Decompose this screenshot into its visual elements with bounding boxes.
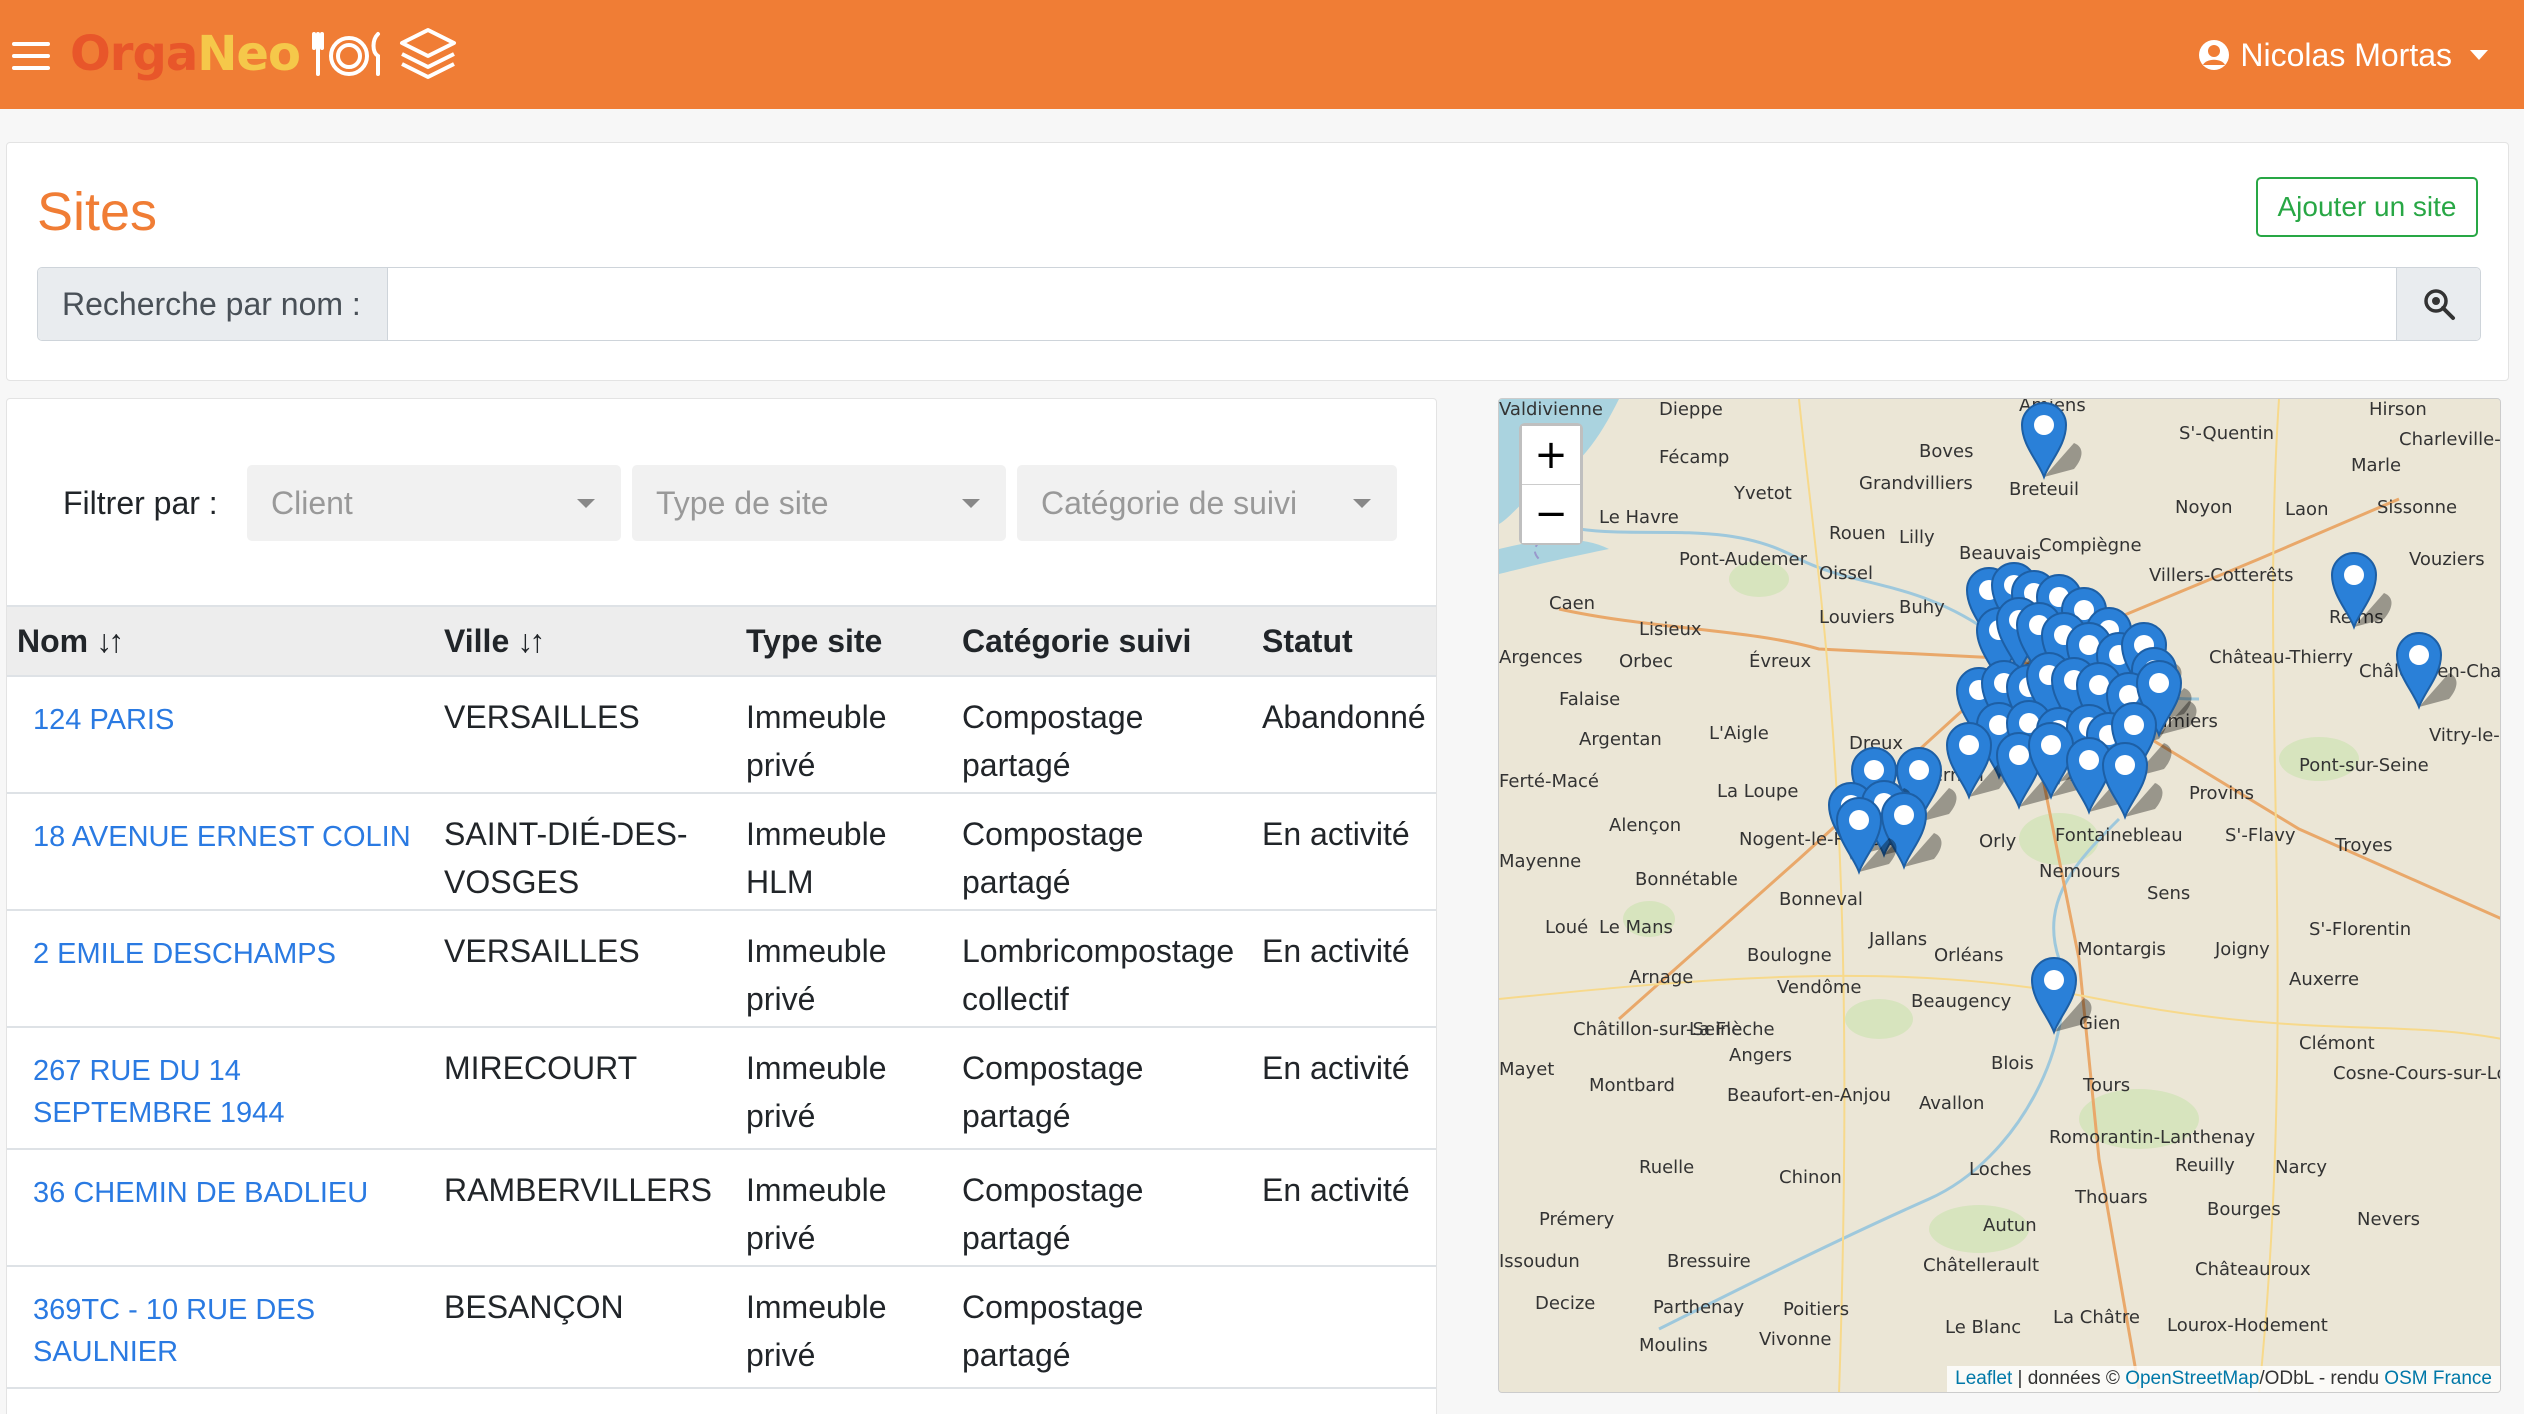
cell-statut: En activité — [1252, 910, 1436, 1028]
user-name: Nicolas Mortas — [2240, 36, 2452, 73]
add-site-button[interactable]: Ajouter un site — [2256, 177, 2478, 237]
map-marker-icon[interactable] — [2030, 957, 2092, 1035]
chevron-down-icon — [1353, 499, 1371, 508]
navbar: OrgaNeo Nicolas Mortas — [0, 0, 2524, 109]
chevron-down-icon — [962, 499, 980, 508]
site-type-select[interactable]: Type de site — [632, 465, 1006, 541]
sites-map[interactable]: DieppeAmiensHirsonFécampBovesS'-QuentinC… — [1498, 398, 2501, 1393]
openstreetmap-link[interactable]: OpenStreetMap — [2125, 1368, 2259, 1389]
filter-label: Filtrer par : — [63, 485, 218, 521]
layers-icon — [399, 28, 456, 79]
filter-row: Filtrer par : Client Type de site Catégo… — [7, 465, 1436, 541]
cell-statut — [1252, 1266, 1436, 1389]
table-row: 18 AVENUE ERNEST COLIN SAINT-DIÉ-DES-VOS… — [7, 793, 1436, 911]
map-attribution: Leaflet | données © OpenStreetMap/ODbL -… — [1947, 1366, 2500, 1392]
table-row: 369TC - 10 RUE DES SAULNIER BESANÇON Imm… — [7, 1266, 1436, 1389]
sort-icon[interactable]: ↓↑ — [96, 623, 124, 659]
cell-type: Immeuble privé — [736, 910, 952, 1028]
category-select[interactable]: Catégorie de suivi — [1017, 465, 1397, 541]
cell-statut: Abandonné — [1252, 676, 1436, 794]
page-title: Sites — [37, 182, 158, 242]
cell-type: Immeuble privé — [736, 1027, 952, 1150]
cell-type: Immeuble privé — [736, 676, 952, 794]
cell-ville: VERSAILLES — [434, 910, 736, 1028]
search-button[interactable] — [2396, 268, 2480, 340]
map-marker-icon[interactable] — [2330, 552, 2392, 630]
cell-categorie: Compostage partagé — [952, 1266, 1252, 1389]
caret-down-icon — [2470, 50, 2488, 60]
attribution-license: /ODbL - rendu — [2259, 1368, 2380, 1389]
map-marker-icon[interactable] — [2020, 402, 2082, 480]
cell-categorie: Compostage partagé — [952, 676, 1252, 794]
table-row: 2 EMILE DESCHAMPS VERSAILLES Immeuble pr… — [7, 910, 1436, 1028]
cell-categorie: Compostage partagé — [952, 1027, 1252, 1150]
zoom-in-button[interactable]: + — [1522, 426, 1580, 484]
col-header-type: Type site — [736, 605, 952, 677]
attribution-text: | données © — [2017, 1368, 2120, 1389]
site-link[interactable]: 369TC - 10 RUE DES SAULNIER — [17, 1283, 424, 1373]
site-type-select-placeholder: Type de site — [656, 484, 829, 521]
col-header-categorie: Catégorie suivi — [952, 605, 1252, 677]
cell-statut: En activité — [1252, 793, 1436, 911]
cell-type: Immeuble privé — [736, 1149, 952, 1267]
cell-categorie: Compostage partagé — [952, 793, 1252, 911]
cell-ville: SAINT-DIÉ-DES-VOSGES — [434, 793, 736, 911]
zoom-out-button[interactable]: − — [1522, 485, 1580, 543]
sites-list-card: Filtrer par : Client Type de site Catégo… — [6, 398, 1437, 1414]
user-menu[interactable]: Nicolas Mortas — [2198, 30, 2488, 80]
zoom-control: + − — [1519, 423, 1583, 545]
sort-icon[interactable]: ↓↑ — [517, 623, 545, 659]
cell-statut: En activité — [1252, 1027, 1436, 1150]
chevron-down-icon — [577, 499, 595, 508]
header-card: Sites Ajouter un site Recherche par nom … — [6, 142, 2509, 381]
cutlery-icon — [311, 32, 380, 76]
search-group: Recherche par nom : — [37, 267, 2481, 341]
site-link[interactable]: 267 RUE DU 14 SEPTEMBRE 1944 — [17, 1044, 424, 1134]
site-link[interactable]: 2 EMILE DESCHAMPS — [17, 927, 336, 975]
cell-statut: En activité — [1252, 1149, 1436, 1267]
cell-ville: MIRECOURT — [434, 1027, 736, 1150]
site-link[interactable]: 124 PARIS — [17, 693, 174, 741]
cell-type: Immeuble privé — [736, 1266, 952, 1389]
map-marker-icon[interactable] — [2395, 632, 2457, 710]
table-row: 267 RUE DU 14 SEPTEMBRE 1944 MIRECOURT I… — [7, 1027, 1436, 1150]
col-header-ville[interactable]: Ville ↓↑ — [434, 605, 736, 677]
user-circle-icon — [2199, 40, 2230, 70]
table-row: 124 PARIS VERSAILLES Immeuble privé Comp… — [7, 676, 1436, 794]
cell-ville: VERSAILLES — [434, 676, 736, 794]
site-link[interactable]: 36 CHEMIN DE BADLIEU — [17, 1166, 368, 1214]
hamburger-icon[interactable] — [12, 42, 50, 70]
search-label: Recherche par nom : — [38, 268, 388, 340]
client-select[interactable]: Client — [247, 465, 621, 541]
table-header-row: Nom ↓↑ Ville ↓↑ Type site Catégorie suivi … — [7, 605, 1436, 677]
client-select-placeholder: Client — [271, 484, 353, 521]
osm-france-link[interactable]: OSM France — [2384, 1368, 2492, 1389]
logo-text: OrgaNeo — [70, 26, 301, 82]
cell-ville: BESANÇON — [434, 1266, 736, 1389]
map-marker-icon[interactable] — [2101, 742, 2163, 820]
cell-type: Immeuble HLM — [736, 793, 952, 911]
cell-categorie: Lombricompostage collectif — [952, 910, 1252, 1028]
map-markers — [1827, 402, 2457, 1035]
leaflet-link[interactable]: Leaflet — [1955, 1368, 2012, 1389]
sites-table: Nom ↓↑ Ville ↓↑ Type site Catégorie suivi … — [7, 605, 1436, 1389]
site-link[interactable]: 18 AVENUE ERNEST COLIN — [17, 810, 411, 858]
logo[interactable]: OrgaNeo — [70, 24, 458, 84]
search-input[interactable] — [388, 268, 2396, 340]
col-header-nom[interactable]: Nom ↓↑ — [7, 605, 434, 677]
search-icon — [2423, 289, 2455, 320]
cell-ville: RAMBERVILLERS — [434, 1149, 736, 1267]
table-row: 36 CHEMIN DE BADLIEU RAMBERVILLERS Immeu… — [7, 1149, 1436, 1267]
category-select-placeholder: Catégorie de suivi — [1041, 484, 1298, 521]
col-header-statut: Statut — [1252, 605, 1436, 677]
cell-categorie: Compostage partagé — [952, 1149, 1252, 1267]
